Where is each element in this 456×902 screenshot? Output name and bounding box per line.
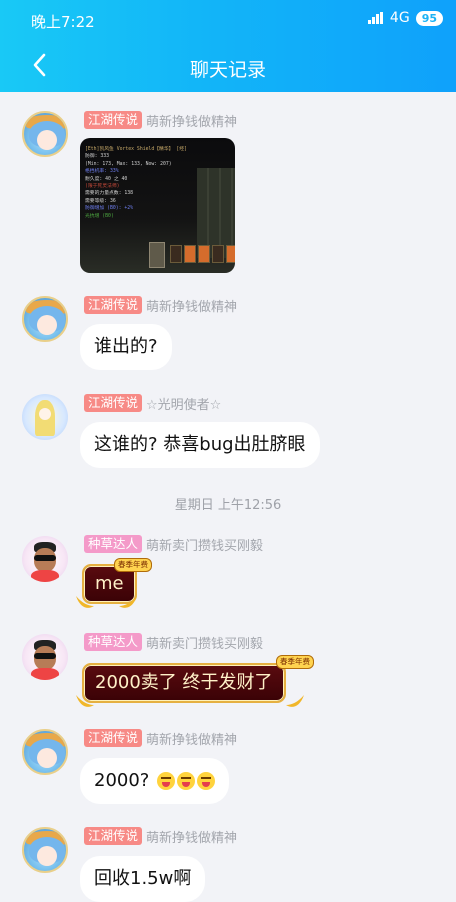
item-tooltip: [Eth]凯风鱼 Vortex Shield【精华】 [经] 防御: 333 (…: [85, 146, 195, 220]
level-badge: 种草达人: [84, 633, 143, 651]
chat-feed[interactable]: 江湖传说 萌新挣钱做精神 [Eth]凯风鱼 Vortex Shield【精华】 …: [0, 92, 456, 902]
sender-nickname: 萌新挣钱做精神: [146, 299, 238, 315]
navbar: 聊天记录: [0, 40, 456, 92]
item-line: 防御增加 (B0): +2%: [85, 206, 134, 212]
item-line: 耐久度: 40 之 40: [85, 176, 128, 182]
item-line: 需要等级: 36: [85, 198, 116, 204]
message-bubble[interactable]: 这谁的? 恭喜bug出肚脐眼: [80, 422, 320, 468]
message-bubble[interactable]: 2000?: [80, 758, 230, 804]
item-line: 格挡机率: 33%: [85, 169, 119, 175]
level-badge: 江湖传说: [84, 729, 143, 747]
staff-icon: [149, 242, 165, 268]
item-line: 需要的力量点数: 138: [85, 191, 134, 197]
avatar[interactable]: [22, 536, 68, 582]
message-text: 2000?: [94, 770, 150, 791]
page-title: 聊天记录: [189, 59, 266, 81]
sender-nickname: 萌新挣钱做精神: [146, 732, 238, 748]
item-line: [Eth]凯风鱼 Vortex Shield【精华】 [经]: [85, 147, 187, 152]
avatar[interactable]: [22, 111, 68, 157]
crown-badge: 春季年费: [114, 558, 152, 572]
level-badge: 种草达人: [84, 535, 143, 553]
time-separator: 星期日 上午12:56: [174, 498, 282, 513]
level-badge: 江湖传说: [84, 296, 143, 314]
emoji-icon: [177, 772, 196, 790]
status-bar: 晚上7:22 4G 95: [0, 0, 456, 38]
header: 晚上7:22 4G 95 聊天记录: [0, 0, 456, 92]
status-time: 晚上7:22: [31, 13, 95, 31]
sender-nickname: 萌新挣钱做精神: [146, 830, 238, 846]
inventory-slots: [170, 245, 235, 263]
message-meta: 江湖传说 萌新挣钱做精神: [84, 296, 238, 315]
message-bubble[interactable]: 谁出的?: [80, 324, 172, 370]
wing-icon: [119, 596, 137, 608]
item-line: (Min: 173, Max: 133, Now: 207): [85, 161, 172, 167]
message-meta: 种草达人 萌新卖门攒钱买刚毅: [84, 535, 264, 554]
message-bubble[interactable]: 回收1.5w啊: [80, 856, 206, 902]
avatar[interactable]: [22, 296, 68, 342]
signal-icon: [367, 12, 384, 24]
avatar[interactable]: [22, 827, 68, 873]
wing-icon: [76, 695, 94, 707]
sender-nickname: ☆光明使者☆: [146, 397, 222, 413]
avatar[interactable]: [22, 394, 68, 440]
item-line: 防御: 333: [85, 154, 110, 160]
level-badge: 江湖传说: [84, 394, 143, 412]
sender-nickname: 萌新挣钱做精神: [146, 114, 238, 130]
message-meta: 江湖传说 ☆光明使者☆: [84, 394, 222, 413]
status-icons: 4G 95: [367, 10, 443, 26]
item-line: 光抗增 (B0): [85, 213, 114, 219]
message-bubble[interactable]: 2000卖了 终于发财了: [82, 663, 286, 703]
level-badge: 江湖传说: [84, 827, 143, 845]
battery-icon: 95: [415, 10, 443, 26]
level-badge: 江湖传说: [84, 111, 143, 129]
message-meta: 江湖传说 萌新挣钱做精神: [84, 827, 238, 846]
network-label: 4G: [389, 10, 410, 26]
wing-icon: [286, 695, 304, 707]
avatar[interactable]: [22, 729, 68, 775]
image-attachment[interactable]: [Eth]凯风鱼 Vortex Shield【精华】 [经] 防御: 333 (…: [80, 138, 235, 273]
sender-nickname: 萌新卖门攒钱买刚毅: [146, 538, 264, 554]
crown-badge: 春季年费: [276, 655, 314, 669]
sender-nickname: 萌新卖门攒钱买刚毅: [146, 636, 264, 652]
item-line: (限于死灵法师): [85, 184, 120, 190]
message-meta: 江湖传说 萌新挣钱做精神: [84, 729, 238, 748]
emoji-icon: [157, 772, 176, 790]
avatar[interactable]: [22, 634, 68, 680]
message-meta: 江湖传说 萌新挣钱做精神: [84, 111, 238, 130]
emoji-icon: [197, 772, 216, 790]
message-meta: 种草达人 萌新卖门攒钱买刚毅: [84, 633, 264, 652]
wing-icon: [76, 596, 94, 608]
